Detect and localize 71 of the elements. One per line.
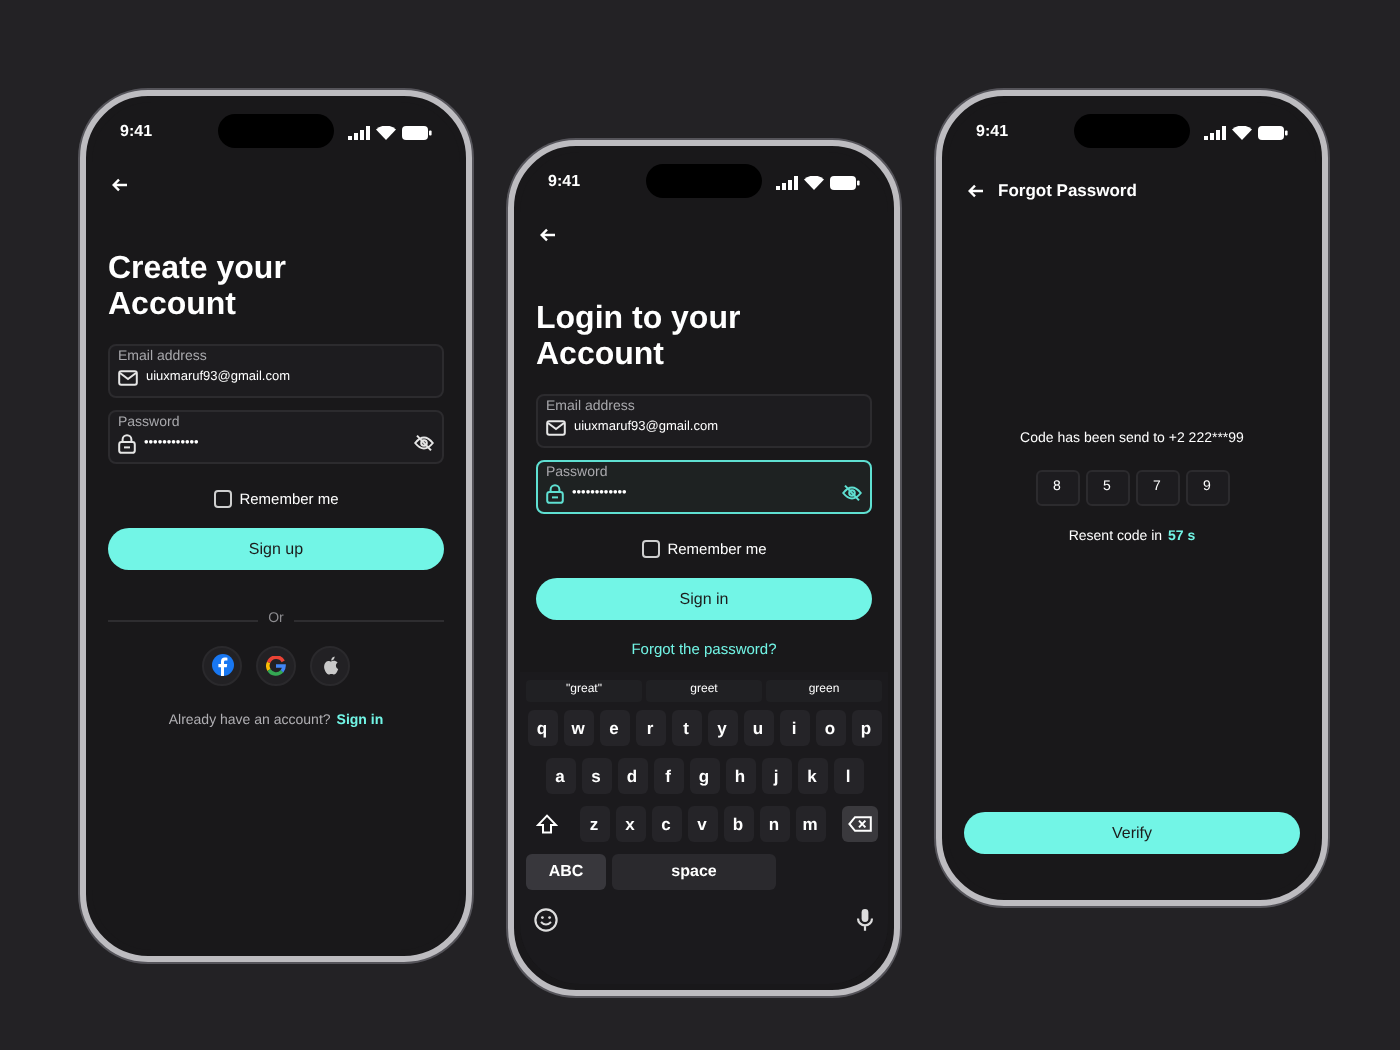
space-key[interactable]: space xyxy=(612,854,776,891)
camera-notch xyxy=(646,164,762,198)
screen-title: Create your Account xyxy=(108,252,288,324)
signal-icon xyxy=(1204,125,1226,139)
keyboard-key[interactable]: z xyxy=(579,806,609,843)
keyboard-key[interactable]: o xyxy=(815,710,845,747)
keyboard-key[interactable]: f xyxy=(653,758,683,795)
screen-title: Login to your Account xyxy=(536,302,743,374)
back-arrow-icon[interactable] xyxy=(112,178,128,192)
google-logo-icon xyxy=(266,655,286,675)
keyboard-key[interactable]: s xyxy=(581,758,611,795)
wifi-icon xyxy=(804,175,824,189)
wifi-icon xyxy=(376,125,396,139)
sign-up-button[interactable]: Sign up xyxy=(108,528,444,570)
keyboard-key[interactable]: a xyxy=(545,758,575,795)
lock-icon xyxy=(118,433,136,454)
wifi-icon xyxy=(1232,125,1252,139)
keyboard-key[interactable]: v xyxy=(687,806,717,843)
mail-icon xyxy=(118,369,138,386)
hidden-eye-icon[interactable] xyxy=(842,484,862,503)
hidden-eye-icon[interactable] xyxy=(414,434,434,453)
battery-icon xyxy=(830,175,860,189)
mail-icon xyxy=(546,419,566,436)
keyboard-key[interactable]: n xyxy=(759,806,789,843)
signal-icon xyxy=(776,175,798,189)
sign-in-button[interactable]: Sign in xyxy=(536,578,872,620)
status-time: 9:41 xyxy=(976,120,1009,144)
keyboard-key[interactable]: y xyxy=(707,710,737,747)
back-arrow-icon[interactable] xyxy=(968,183,984,198)
status-time: 9:41 xyxy=(120,120,153,144)
abc-key[interactable]: ABC xyxy=(526,854,606,891)
checkbox[interactable] xyxy=(641,539,660,558)
keyboard-key[interactable]: h xyxy=(725,758,755,795)
facebook-login-button[interactable] xyxy=(202,645,242,685)
battery-icon xyxy=(402,125,432,139)
google-login-button[interactable] xyxy=(256,645,296,685)
keyboard-key[interactable]: b xyxy=(723,806,753,843)
verify-button[interactable]: Verify xyxy=(964,812,1300,854)
screen-title: Forgot Password xyxy=(998,178,1137,204)
keyboard-key[interactable]: x xyxy=(615,806,645,843)
keyboard-key[interactable]: p xyxy=(851,710,881,747)
back-arrow-icon[interactable] xyxy=(540,228,556,242)
keyboard-key[interactable]: q xyxy=(527,710,557,747)
keyboard-key[interactable]: i xyxy=(779,710,809,747)
keyboard-key[interactable]: k xyxy=(797,758,827,795)
apple-logo-icon xyxy=(321,655,339,675)
keyboard-key[interactable]: l xyxy=(833,758,863,795)
keyboard-key[interactable]: c xyxy=(651,806,681,843)
keyboard-key[interactable]: t xyxy=(671,710,701,747)
lock-icon xyxy=(546,483,564,504)
keyboard-key[interactable]: r xyxy=(635,710,665,747)
microphone-icon[interactable] xyxy=(856,908,874,933)
keyboard-key[interactable]: m xyxy=(795,806,825,843)
keyboard-key[interactable]: w xyxy=(563,710,593,747)
emoji-icon[interactable] xyxy=(534,908,558,933)
delete-key[interactable] xyxy=(841,806,877,843)
apple-login-button[interactable] xyxy=(310,645,350,685)
keyboard-key[interactable]: j xyxy=(761,758,791,795)
camera-notch xyxy=(1074,114,1190,148)
keyboard-key[interactable]: d xyxy=(617,758,647,795)
status-time: 9:41 xyxy=(548,170,581,194)
keyboard-key[interactable]: u xyxy=(743,710,773,747)
battery-icon xyxy=(1258,125,1288,139)
keyboard-key[interactable]: e xyxy=(599,710,629,747)
signal-icon xyxy=(348,125,370,139)
backspace-icon xyxy=(847,816,871,833)
facebook-logo-icon xyxy=(211,654,233,676)
shift-icon xyxy=(536,814,558,835)
keyboard-key[interactable]: g xyxy=(689,758,719,795)
checkbox[interactable] xyxy=(213,489,232,508)
camera-notch xyxy=(218,114,334,148)
